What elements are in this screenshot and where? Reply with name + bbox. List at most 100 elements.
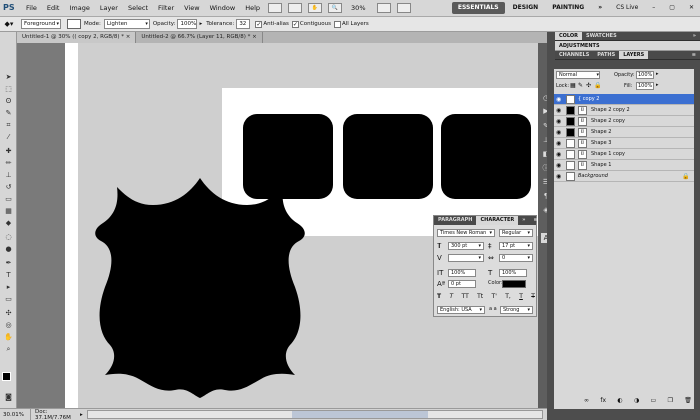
opacity-arrow-icon[interactable]: ▸ <box>656 71 659 77</box>
quick-mask-icon[interactable]: ◙ <box>3 392 14 402</box>
restore-button[interactable]: ▢ <box>663 2 681 14</box>
underline-button[interactable]: T <box>519 293 523 300</box>
layer-row[interactable]: ◉ Background 🔒 <box>554 171 694 182</box>
3d-rotate-tool-icon[interactable]: ✣ <box>3 308 14 318</box>
antialias-checkbox[interactable]: ✓ <box>255 20 263 28</box>
marquee-tool-icon[interactable]: ⬚ <box>3 84 14 94</box>
small-caps-button[interactable]: Tt <box>477 293 483 300</box>
rounded-square-2[interactable] <box>343 114 433 199</box>
lock-transparent-icon[interactable]: ▦ <box>570 82 576 89</box>
layer-row[interactable]: ◉ ⌷ Shape 2 copy 2 <box>554 105 694 116</box>
eye-icon[interactable]: ◉ <box>556 129 563 136</box>
tab-layers[interactable]: LAYERS <box>619 51 649 59</box>
doc-tab-untitled-2[interactable]: Untitled-2 @ 66.7% (Layer 11, RGB/8) * × <box>136 32 263 43</box>
fill-arrow-icon[interactable]: ▸ <box>656 82 659 88</box>
link-layers-icon[interactable]: ∞ <box>584 397 589 404</box>
tracking-input[interactable]: 0 ▾ <box>499 254 533 262</box>
minibridge-icon[interactable] <box>288 3 303 13</box>
panel-menu-icon[interactable]: ≡ <box>688 51 700 59</box>
move-tool-icon[interactable]: ➤ <box>3 72 14 82</box>
layer-row[interactable]: ◉ ⌷ Shape 1 <box>554 160 694 171</box>
paint-bucket-tool-icon[interactable]: ◆ <box>3 218 14 228</box>
menu-window[interactable]: Window <box>205 0 241 17</box>
eye-icon[interactable]: ◉ <box>556 118 563 125</box>
zoom-tool-icon[interactable]: 🔍 <box>328 3 343 13</box>
add-mask-icon[interactable]: ◐ <box>617 397 622 404</box>
strikethrough-button[interactable]: T <box>531 293 535 300</box>
quick-select-tool-icon[interactable]: ✎ <box>3 108 14 118</box>
bridge-icon[interactable] <box>268 3 283 13</box>
menu-view[interactable]: View <box>179 0 204 17</box>
rounded-square-3[interactable] <box>441 114 531 199</box>
menu-file[interactable]: File <box>21 0 42 17</box>
adjustment-layer-icon[interactable]: ◑ <box>634 397 639 404</box>
lock-image-icon[interactable]: ✎ <box>578 82 583 89</box>
opacity-arrow-icon[interactable]: ▸ <box>199 21 202 27</box>
eraser-tool-icon[interactable]: ▭ <box>3 194 14 204</box>
close-icon[interactable]: × <box>126 34 131 40</box>
blend-mode-select[interactable]: Normal ▾ <box>556 71 600 79</box>
eye-icon[interactable]: ◉ <box>556 107 563 114</box>
all-caps-button[interactable]: TT <box>462 293 469 300</box>
workspace-more[interactable]: » <box>592 2 608 14</box>
doc-tab-untitled-1[interactable]: Untitled-1 @ 30% (( copy 2, RGB/8) * × <box>17 32 137 43</box>
zoom-tool-icon[interactable]: ⌕ <box>3 344 14 354</box>
hand-tool-icon[interactable]: ✋ <box>308 3 323 13</box>
bracket-frame-shape[interactable] <box>85 175 315 400</box>
shape-tool-icon[interactable]: ▭ <box>3 294 14 304</box>
layer-row[interactable]: ◉ ⌷ Shape 2 <box>554 127 694 138</box>
layer-row[interactable]: ◉ ⌷ Shape 1 copy <box>554 149 694 160</box>
workspace-painting[interactable]: PAINTING <box>546 2 590 14</box>
adjustments-panel-header[interactable]: ADJUSTMENTS <box>555 41 700 51</box>
lasso-tool-icon[interactable]: ʘ <box>3 96 14 106</box>
new-group-icon[interactable]: ▭ <box>651 397 657 404</box>
fill-source-select[interactable]: Foreground ▾ <box>21 19 61 29</box>
font-style-select[interactable]: Regular ▾ <box>499 229 533 237</box>
close-icon[interactable]: × <box>252 34 257 40</box>
panel-collapse-icon[interactable]: » <box>518 216 529 225</box>
tab-paragraph[interactable]: PARAGRAPH <box>434 216 476 225</box>
status-zoom[interactable]: 30.01% <box>0 412 30 418</box>
font-size-input[interactable]: 300 pt ▾ <box>448 242 484 250</box>
new-layer-icon[interactable]: ❐ <box>668 397 673 404</box>
scrollbar-thumb[interactable] <box>292 411 429 418</box>
eye-icon[interactable]: ◉ <box>556 162 563 169</box>
eyedropper-tool-icon[interactable]: ⁄ <box>3 132 14 142</box>
minimize-button[interactable]: – <box>646 2 661 14</box>
zoom-level[interactable]: 30% <box>351 4 365 12</box>
layer-row[interactable]: ◉ { copy 2 <box>554 94 694 105</box>
workspace-essentials[interactable]: ESSENTIALS <box>451 2 505 14</box>
menu-image[interactable]: Image <box>64 0 94 17</box>
close-button[interactable]: ✕ <box>683 2 700 14</box>
workspace-design[interactable]: DESIGN <box>507 2 545 14</box>
layer-opacity-input[interactable]: 100% <box>636 71 654 79</box>
panel-collapse-icon[interactable]: » <box>689 32 700 40</box>
layer-style-icon[interactable]: fx <box>600 397 606 404</box>
tab-character[interactable]: CHARACTER <box>476 216 519 225</box>
faux-bold-button[interactable]: T <box>437 293 441 300</box>
eye-icon[interactable]: ◉ <box>556 151 563 158</box>
tab-paths[interactable]: PATHS <box>593 51 619 59</box>
text-color-swatch[interactable] <box>502 280 526 288</box>
superscript-button[interactable]: T' <box>492 293 497 300</box>
type-tool-icon[interactable]: T <box>3 270 14 280</box>
screen-mode-icon[interactable] <box>396 3 411 13</box>
pattern-swatch[interactable] <box>67 19 81 29</box>
vertical-scale-input[interactable]: 100% <box>448 269 476 277</box>
eye-icon[interactable]: ◉ <box>556 96 563 103</box>
lock-position-icon[interactable]: ✣ <box>586 82 591 89</box>
arrange-docs-icon[interactable] <box>376 3 391 13</box>
cs-live-button[interactable]: CS Live <box>610 2 644 14</box>
3d-orbit-tool-icon[interactable]: ◎ <box>3 320 14 330</box>
blur-tool-icon[interactable]: ◌ <box>3 232 14 242</box>
subscript-button[interactable]: T, <box>505 293 511 300</box>
crop-tool-icon[interactable]: ⌗ <box>3 120 14 130</box>
all-layers-checkbox[interactable] <box>333 20 341 28</box>
layer-row[interactable]: ◉ ⌷ Shape 3 <box>554 138 694 149</box>
opacity-input[interactable]: 100% <box>177 19 198 29</box>
horizontal-scale-input[interactable]: 100% <box>499 269 527 277</box>
history-brush-tool-icon[interactable]: ↺ <box>3 182 14 192</box>
menu-help[interactable]: Help <box>240 0 265 17</box>
font-family-select[interactable]: Times New Roman ▾ <box>437 229 495 237</box>
mode-select[interactable]: Lighten ▾ <box>103 19 150 29</box>
